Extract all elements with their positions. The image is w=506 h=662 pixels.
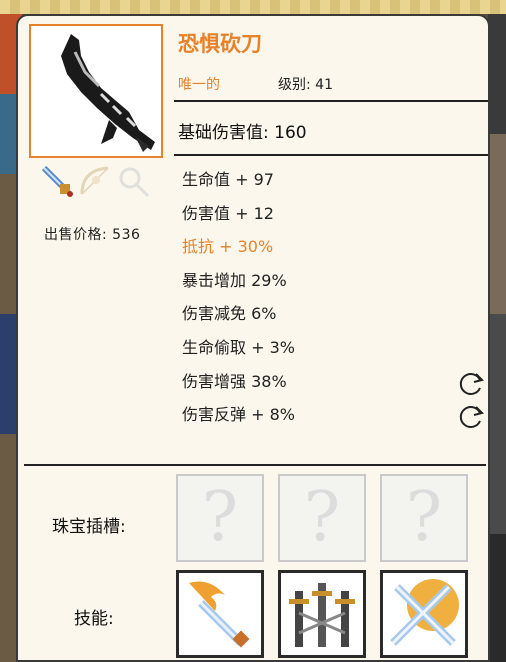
- stat-row: 生命值 + 97: [182, 170, 274, 189]
- faded-amulet-icon[interactable]: [116, 164, 152, 200]
- base-damage: 基础伤害值: 160: [178, 123, 307, 143]
- divider-line: [174, 100, 488, 102]
- divider-line: [174, 154, 488, 156]
- skill-triple-swords-icon[interactable]: [278, 570, 366, 658]
- stat-row: 暴击增加 29%: [182, 270, 287, 290]
- item-portrait: [29, 24, 163, 158]
- background-top: [0, 0, 506, 14]
- stat-row: 生命偷取 + 3%: [182, 337, 295, 357]
- gem-slots-label: 珠宝插槽:: [52, 517, 126, 537]
- stat-row: 伤害减免 6%: [182, 304, 277, 324]
- item-name: 恐惧砍刀: [178, 32, 262, 56]
- stat-row: 伤害反弹 + 8%: [182, 405, 295, 425]
- reroll-icon[interactable]: [458, 370, 486, 398]
- stat-row: 伤害增强 38%: [182, 371, 287, 391]
- section-divider: [24, 464, 486, 466]
- item-detail-panel: 出售价格: 536 恐惧砍刀 唯一的 级别: 41 基础伤害值: 160 生命值…: [16, 14, 490, 662]
- stat-row: 伤害值 + 12: [182, 203, 274, 223]
- stat-list: 生命值 + 97 伤害值 + 12 抵抗 + 30% 暴击增加 29% 伤害减免…: [182, 168, 462, 437]
- skills-label: 技能:: [74, 609, 114, 629]
- faded-bow-icon[interactable]: [78, 164, 114, 200]
- item-rarity: 唯一的: [178, 77, 220, 93]
- black-sword-icon: [61, 34, 155, 152]
- small-sword-icon[interactable]: [40, 164, 76, 200]
- gem-slot-empty[interactable]: ?: [278, 474, 366, 562]
- gem-slot-empty[interactable]: ?: [380, 474, 468, 562]
- equipment-icons: [40, 164, 160, 200]
- sell-price: 出售价格: 536: [44, 227, 141, 243]
- reroll-icon[interactable]: [458, 403, 486, 431]
- item-level: 级别: 41: [278, 77, 333, 93]
- background-right: [488, 14, 506, 662]
- gem-slot-empty[interactable]: ?: [176, 474, 264, 562]
- skill-flame-sword-icon[interactable]: [176, 570, 264, 658]
- stat-row: 抵抗 + 30%: [182, 237, 274, 257]
- skill-crossed-swords-icon[interactable]: [380, 570, 468, 658]
